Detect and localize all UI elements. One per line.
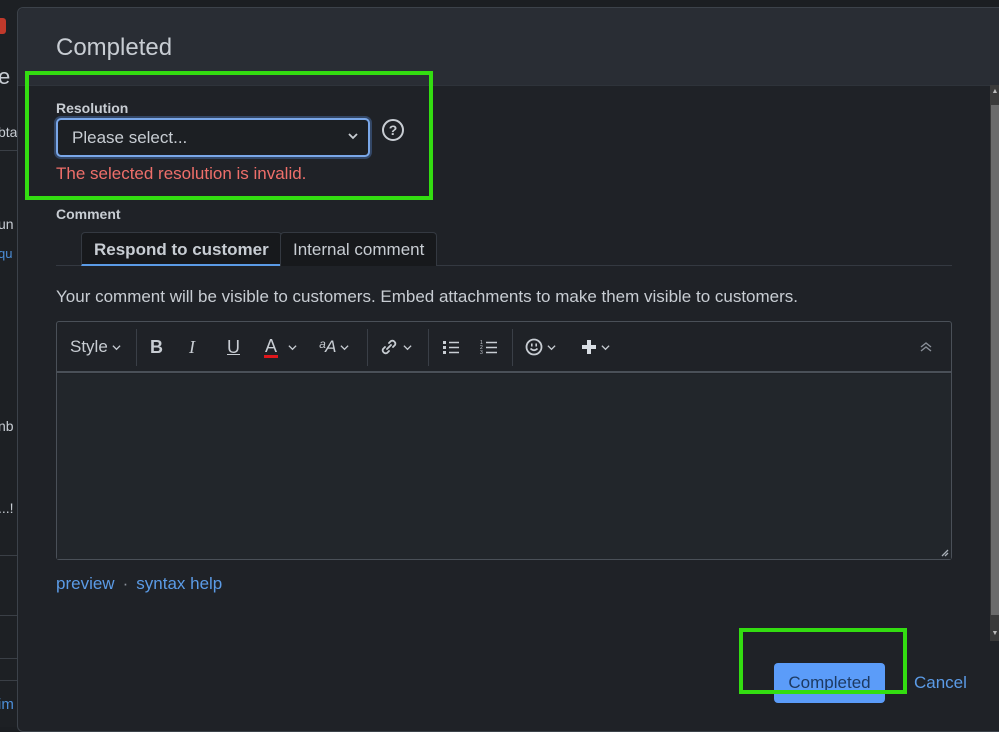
editor-toolbar: Style B I U A ᵃA 1 2 3 [57,322,951,373]
background-text: ...! [0,500,14,516]
background-text: un [0,216,14,232]
chevron-down-icon [601,344,610,350]
bullet-list-button[interactable] [442,322,460,372]
text-color-button[interactable]: A [264,322,297,372]
emoji-icon [525,338,543,356]
chevron-down-icon [403,344,412,350]
chevron-down-icon [348,133,358,140]
resize-handle-icon[interactable] [941,549,949,557]
insert-more-button[interactable] [581,322,610,372]
cancel-link[interactable]: Cancel [914,673,967,693]
toolbar-separator [367,329,368,366]
bullet-list-icon [443,341,459,354]
scroll-up-arrow-icon[interactable]: ▲ [991,87,999,97]
text-color-icon: A [264,335,279,358]
link-button[interactable] [379,322,412,372]
background-badge [0,18,6,34]
italic-icon: I [189,336,195,357]
numbered-list-button[interactable]: 1 2 3 [480,322,498,372]
style-dropdown[interactable]: Style [70,322,121,372]
toolbar-separator [512,329,513,366]
dialog-header: Completed [18,8,999,86]
completed-button[interactable]: Completed [774,663,885,703]
scrollbar-thumb[interactable] [991,105,999,615]
chevron-down-icon [112,344,121,350]
background-text: nb [0,418,14,434]
tab-internal-comment[interactable]: Internal comment [280,232,438,266]
divider [0,555,18,556]
toolbar-separator [136,329,137,366]
background-link[interactable]: im [0,696,14,713]
background-link[interactable]: qu [0,246,12,261]
chevron-down-icon [340,344,350,350]
bold-button[interactable]: B [150,322,163,372]
syntax-help-link[interactable]: syntax help [136,574,222,593]
numbered-list-icon: 1 2 3 [480,340,497,355]
completed-dialog: Completed Resolution Please select... ? … [17,7,999,732]
preview-link[interactable]: preview [56,574,115,593]
divider [0,658,18,659]
bold-icon: B [150,336,163,357]
resolution-error-message: The selected resolution is invalid. [56,164,307,183]
resolution-select[interactable]: Please select... [56,118,370,157]
emoji-button[interactable] [525,322,556,372]
divider [0,150,18,151]
link-icon [381,339,397,355]
svg-text:3: 3 [480,350,483,355]
toolbar-separator [428,329,429,366]
tab-respond-to-customer[interactable]: Respond to customer [81,232,282,266]
scroll-down-arrow-icon[interactable]: ▼ [991,629,999,639]
text-size-button[interactable]: ᵃA [319,322,350,372]
visibility-note: Your comment will be visible to customer… [56,287,799,306]
chevron-down-icon [547,344,556,350]
divider [0,680,18,681]
underline-button[interactable]: U [227,322,240,372]
comment-textarea[interactable] [57,374,951,559]
background-text: bta [0,124,18,140]
question-circle-icon[interactable]: ? [382,119,404,141]
style-label: Style [70,337,108,356]
background-text: e [0,64,11,89]
comment-tabs: Respond to customer Internal comment [56,232,952,266]
text-size-icon: ᵃA [319,337,337,356]
chevron-double-up-icon [920,342,932,352]
dialog-title: Completed [56,34,173,61]
underline-icon: U [227,336,240,357]
resolution-label: Resolution [56,100,129,116]
plus-icon [582,340,596,354]
separator-dot: · [122,574,129,593]
editor-links: preview · syntax help [56,574,222,594]
italic-button[interactable]: I [189,322,195,372]
comment-label: Comment [56,206,121,222]
comment-editor: Style B I U A ᵃA 1 2 3 [56,321,952,560]
collapse-toolbar-button[interactable] [919,322,933,372]
divider [0,615,18,616]
chevron-down-icon [288,344,297,350]
resolution-selected-value: Please select... [72,127,188,147]
scrollbar[interactable]: ▲ ▼ [990,85,999,641]
